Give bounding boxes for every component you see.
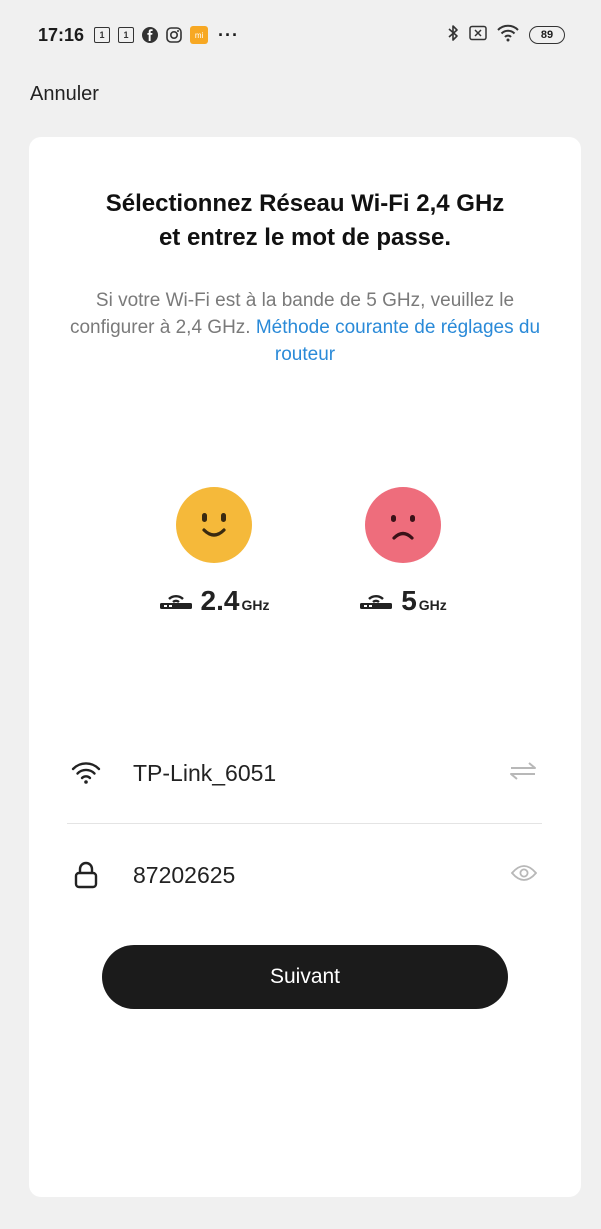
password-value: 87202625 [133,861,236,888]
battery-indicator: 89 [529,26,565,44]
wifi-status-icon [497,24,519,47]
band-5ghz: 5 GHz [343,487,463,617]
eye-icon[interactable] [510,864,538,887]
more-notifications-icon: ··· [218,24,240,45]
happy-face-icon [176,487,252,563]
title-line-2: et entrez le mot de passe. [158,224,452,251]
band-hint: Si votre Wi-Fi est à la bande de 5 GHz, … [69,287,541,368]
router-icon [159,588,193,615]
wifi-network-field[interactable]: TP-Link_6051 [69,743,541,803]
band-unit: GHz [418,597,447,613]
wifi-network-name: TP-Link_6051 [133,759,277,786]
sad-face-icon [365,487,441,563]
router-icon [359,588,393,615]
facebook-icon [142,27,159,43]
cancel-button[interactable]: Annuler [30,83,99,106]
notification-icon: 1 [118,27,135,43]
password-field[interactable]: 87202625 [69,845,541,905]
divider [67,823,542,824]
bluetooth-icon [447,24,459,47]
status-bar: 17:16 1 1 mi ··· 89 [0,0,601,70]
wifi-setup-card: Sélectionnez Réseau Wi-Fi 2,4 GHz et ent… [29,137,581,1197]
switch-arrows-icon[interactable] [509,761,537,786]
mi-app-icon: mi [190,26,209,44]
title-line-1: Sélectionnez Réseau Wi-Fi 2,4 GHz [105,190,505,217]
band-2-4ghz: 2.4 GHz [154,487,274,617]
band-unit: GHz [241,597,270,613]
notification-icon: 1 [94,27,111,43]
lock-icon [69,861,103,889]
page-title: Sélectionnez Réseau Wi-Fi 2,4 GHz et ent… [29,187,581,255]
band-frequency: 2.4 [200,585,240,616]
next-button[interactable]: Suivant [102,945,508,1009]
status-time: 17:16 [38,24,85,45]
instagram-icon [166,27,182,43]
sim-off-icon [469,25,487,46]
band-frequency: 5 [401,585,417,616]
router-settings-link[interactable]: Méthode courante de réglages du routeur [256,317,540,365]
wifi-icon [69,761,103,785]
